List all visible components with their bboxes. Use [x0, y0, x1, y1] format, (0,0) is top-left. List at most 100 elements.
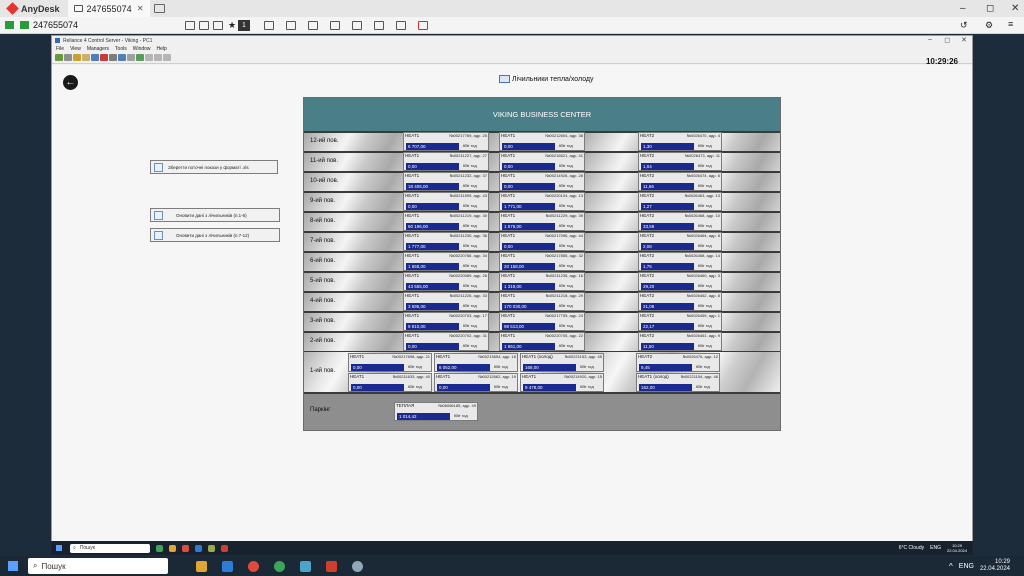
meter-id: №00217769, адр. 25	[449, 133, 487, 138]
meter-unit: КВт год	[559, 203, 573, 208]
favorite-star-icon[interactable]: ★	[228, 21, 236, 30]
toolbar-icon[interactable]	[64, 54, 72, 61]
win-maximize-icon[interactable]: ◻	[944, 36, 950, 44]
meter-name: HEAT1	[501, 193, 516, 198]
edge-icon[interactable]	[156, 544, 163, 552]
refresh-meters-1-6-button[interactable]: Оновити дані з лічильників (п.1-6)	[150, 208, 280, 222]
toolbar-icon[interactable]	[82, 54, 90, 61]
menu-window[interactable]: Window	[133, 46, 151, 52]
toolbar-icon[interactable]	[127, 54, 135, 61]
menu-help[interactable]: Help	[157, 46, 167, 52]
settings-icon[interactable]: ⚙	[985, 20, 993, 31]
app-icon[interactable]	[300, 560, 311, 572]
meter-value: 0,00	[351, 384, 404, 391]
local-search-box[interactable]: ⌕ Пошук	[28, 558, 168, 574]
toolbar-icon[interactable]	[55, 54, 63, 61]
meter-unit: КВт год	[494, 384, 508, 389]
win-close-icon[interactable]: ✕	[961, 36, 967, 44]
new-tab-icon[interactable]	[153, 4, 165, 13]
maximize-icon[interactable]: ◻	[986, 0, 994, 17]
link-icon[interactable]	[213, 21, 223, 30]
meter-id: №0026470, адр. 4	[686, 133, 720, 138]
bookmark-icon[interactable]	[185, 21, 195, 30]
meter-card: HEAT2 №0026470, адр. 4 1,30 КВт год	[638, 132, 722, 151]
win-minimize-icon[interactable]: –	[928, 36, 932, 43]
toolbar-icon[interactable]	[100, 54, 108, 61]
anydesk-logo: AnyDesk	[0, 2, 68, 15]
floor-label: 6-ий пов.	[310, 258, 336, 264]
keyboard-icon[interactable]	[264, 21, 274, 30]
meter-card: HEAT1 №00220104, адр. 13 1 771,00 КВт год	[499, 192, 585, 211]
floor-label: 9-ий пов.	[310, 198, 336, 204]
remote-search-box[interactable]: ⌕ Пошук	[70, 543, 150, 553]
file-explorer-icon[interactable]	[196, 560, 207, 572]
chrome-icon[interactable]	[248, 560, 259, 572]
record-icon[interactable]	[418, 21, 428, 30]
start-icon[interactable]	[8, 561, 18, 571]
monitor-select-badge[interactable]: 1	[238, 20, 250, 31]
refresh-meters-7-12-button[interactable]: Оновити дані з лічильників (п.7-12)	[150, 228, 280, 242]
meter-name: HEAT1	[501, 293, 516, 298]
menu-view[interactable]: View	[70, 46, 81, 52]
meter-name: HEAT2	[640, 173, 655, 178]
meter-card: HEAT1 (холод) №00221154, адр. 46 162,00 КВт…	[636, 373, 720, 392]
export-xls-button[interactable]: Зберегти поточні покази у форматі .xls	[150, 160, 278, 174]
explorer-icon[interactable]	[169, 544, 176, 552]
floor-label: 10-ий пов.	[310, 178, 339, 184]
meter-name: HEAT1	[501, 173, 516, 178]
toolbar-icon[interactable]	[118, 54, 126, 61]
meter-value: 1 658,00	[406, 263, 459, 270]
transfer-icon[interactable]	[199, 21, 209, 30]
toolbar-icon[interactable]	[73, 54, 81, 61]
meter-value: 98 513,00	[502, 323, 555, 330]
toolbar-icon[interactable]	[91, 54, 99, 61]
remote-start-icon[interactable]	[56, 545, 62, 551]
local-lang[interactable]: ENG	[959, 563, 974, 570]
toolbar-icon[interactable]	[145, 54, 153, 61]
file-icon[interactable]	[330, 21, 340, 30]
meter-value: 1,27	[641, 203, 694, 210]
session-tab[interactable]: 247655074 ✕	[67, 0, 150, 17]
local-clock[interactable]: 10:29 22.04.2024	[980, 559, 1010, 573]
meter-card: HEAT2 №0026462, адр. 8 21,08 КВт год	[638, 292, 722, 311]
meter-card: HEAT1 №00214920, адр. 15 9 478,00 КВт год	[520, 373, 604, 392]
menu-tools[interactable]: Tools	[115, 46, 127, 52]
meter-card: HEAT1 №00220702, адр. 31 0,00 КВт год	[403, 332, 489, 351]
toolbar-icon[interactable]	[109, 54, 117, 61]
remote-date: 22.04.2024	[946, 548, 967, 553]
meter-unit: КВт год	[559, 343, 573, 348]
meter-card: HEAT1 №00211599, адр. 43 0,00 КВт год	[403, 192, 489, 211]
edge-icon[interactable]	[274, 560, 285, 572]
address-field[interactable]: 247655074	[33, 20, 78, 30]
close-tab-icon[interactable]: ✕	[137, 4, 144, 13]
chrome-icon[interactable]	[182, 544, 189, 552]
anydesk-taskbar-icon[interactable]	[221, 544, 228, 552]
meter-card: HEAT1 №00217769, адр. 25 6 707,00 КВт год	[403, 132, 489, 151]
actions-icon[interactable]	[308, 21, 318, 30]
minimize-icon[interactable]: –	[960, 0, 966, 17]
chevron-up-icon[interactable]: ^	[949, 562, 953, 571]
menu-file[interactable]: File	[56, 46, 64, 52]
meter-card: HEAT1 №00217855, адр. 32 20 158,00 КВт год	[499, 252, 585, 271]
toolbar-icon[interactable]	[163, 54, 171, 61]
meter-unit: КВт год	[698, 263, 712, 268]
meter-value: 33,59	[641, 223, 694, 230]
store-icon[interactable]	[222, 560, 233, 572]
network-app-icon[interactable]	[352, 560, 363, 572]
recording-icon[interactable]	[396, 21, 406, 30]
menu-managers[interactable]: Managers	[87, 46, 109, 52]
mail-icon[interactable]	[195, 544, 202, 552]
reliance-icon[interactable]	[208, 544, 215, 552]
back-arrow-icon[interactable]: ←	[63, 75, 78, 90]
local-tray: ^ ENG 10:29 22.04.2024	[949, 556, 1024, 576]
menu-icon[interactable]: ≡	[1008, 19, 1013, 29]
history-icon[interactable]: ↺	[960, 20, 968, 31]
anydesk-taskbar-icon[interactable]	[326, 560, 337, 572]
display-icon[interactable]	[352, 21, 362, 30]
toolbar-icon[interactable]	[136, 54, 144, 61]
search-icon: ⌕	[33, 561, 38, 570]
chat-icon[interactable]	[286, 21, 296, 30]
close-window-icon[interactable]: ✕	[1011, 0, 1019, 17]
permissions-icon[interactable]	[374, 21, 384, 30]
toolbar-icon[interactable]	[154, 54, 162, 61]
